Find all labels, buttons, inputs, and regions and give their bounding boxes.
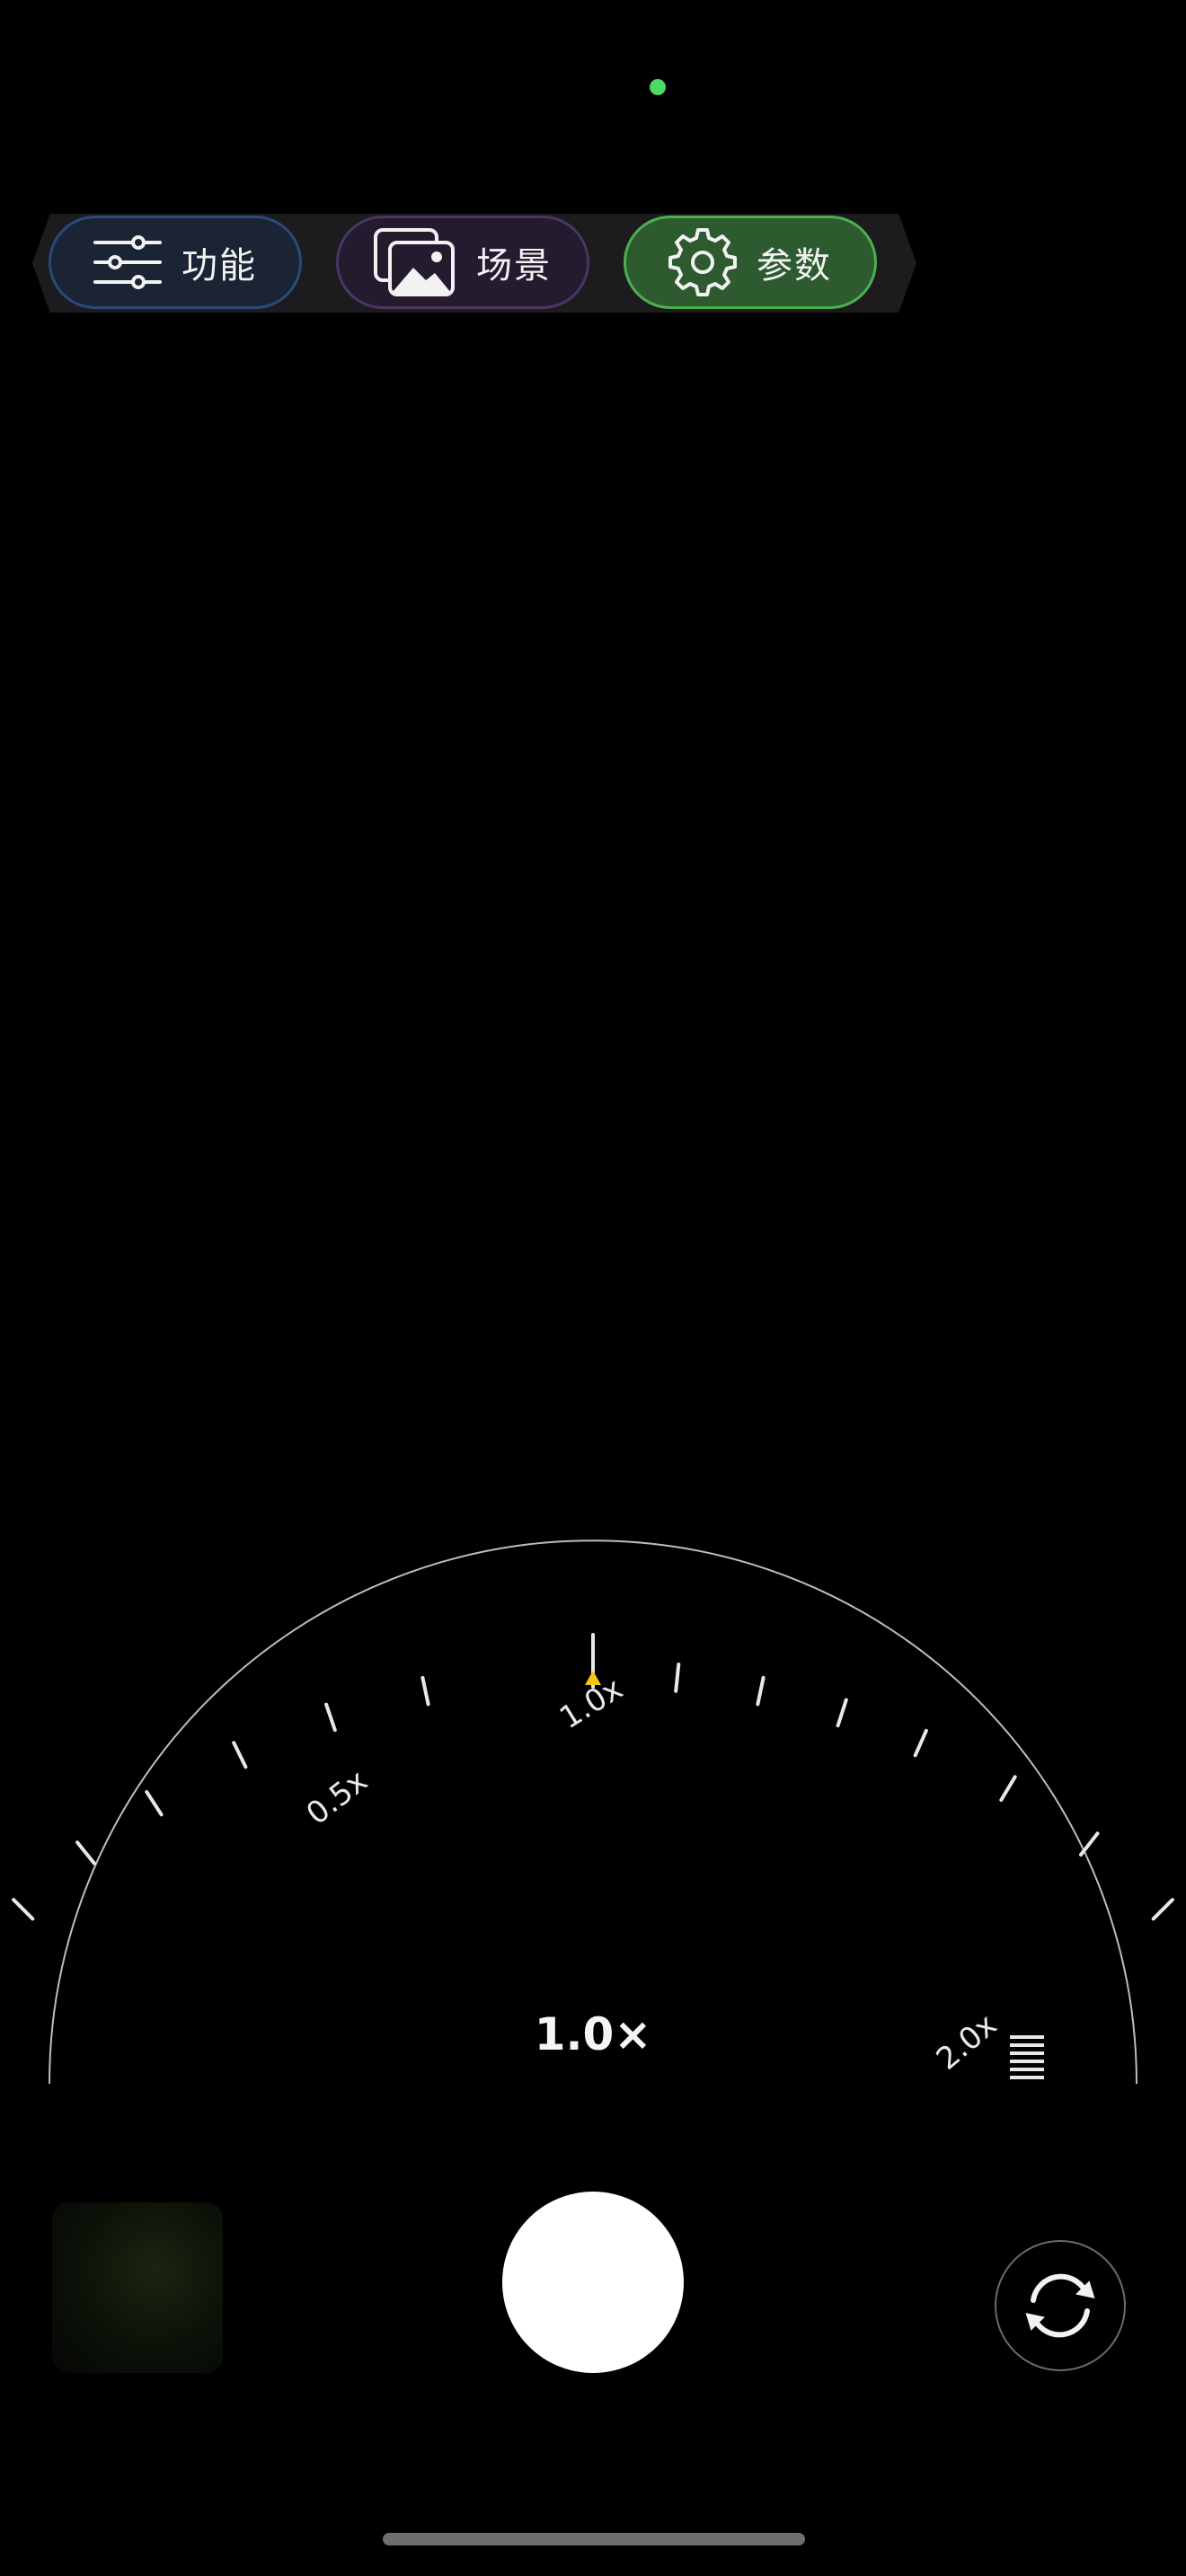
zoom-tick bbox=[836, 1698, 848, 1728]
tab-scene-label: 场景 bbox=[476, 245, 552, 287]
tab-scene[interactable]: 场景 bbox=[336, 216, 589, 309]
zoom-tick bbox=[12, 1898, 35, 1921]
zoom-tick bbox=[420, 1675, 430, 1707]
zoom-tick bbox=[145, 1790, 164, 1817]
zoom-end-marker bbox=[1010, 2035, 1044, 2079]
zoom-tick bbox=[1079, 1831, 1100, 1857]
sliders-icon bbox=[93, 234, 162, 291]
zoom-tick bbox=[75, 1840, 96, 1866]
tab-parameters[interactable]: 参数 bbox=[624, 216, 877, 309]
zoom-tick bbox=[913, 1728, 928, 1758]
shutter-button[interactable] bbox=[502, 2192, 684, 2373]
zoom-dial-arc bbox=[49, 1539, 1137, 2085]
zoom-tick bbox=[756, 1675, 766, 1707]
tab-parameters-label: 参数 bbox=[757, 245, 832, 287]
tab-function[interactable]: 功能 bbox=[49, 216, 302, 309]
zoom-tick bbox=[999, 1775, 1017, 1802]
zoom-tick bbox=[232, 1741, 248, 1769]
gallery-thumbnail[interactable] bbox=[52, 2202, 223, 2373]
tab-function-label: 功能 bbox=[181, 245, 257, 287]
gear-icon bbox=[668, 228, 737, 296]
zoom-label-0-5x[interactable]: 0.5x bbox=[300, 1763, 375, 1832]
zoom-current-value: 1.0× bbox=[534, 2008, 652, 2060]
camera-flip-icon bbox=[1015, 2261, 1105, 2351]
home-indicator bbox=[383, 2533, 805, 2545]
zoom-tick bbox=[1151, 1898, 1174, 1921]
camera-privacy-indicator bbox=[650, 79, 666, 95]
zoom-label-2-0x[interactable]: 2.0x bbox=[930, 2007, 1005, 2077]
zoom-tick bbox=[324, 1702, 337, 1733]
zoom-tick bbox=[674, 1663, 681, 1693]
camera-flip-button[interactable] bbox=[995, 2240, 1126, 2371]
photos-icon bbox=[374, 228, 456, 296]
